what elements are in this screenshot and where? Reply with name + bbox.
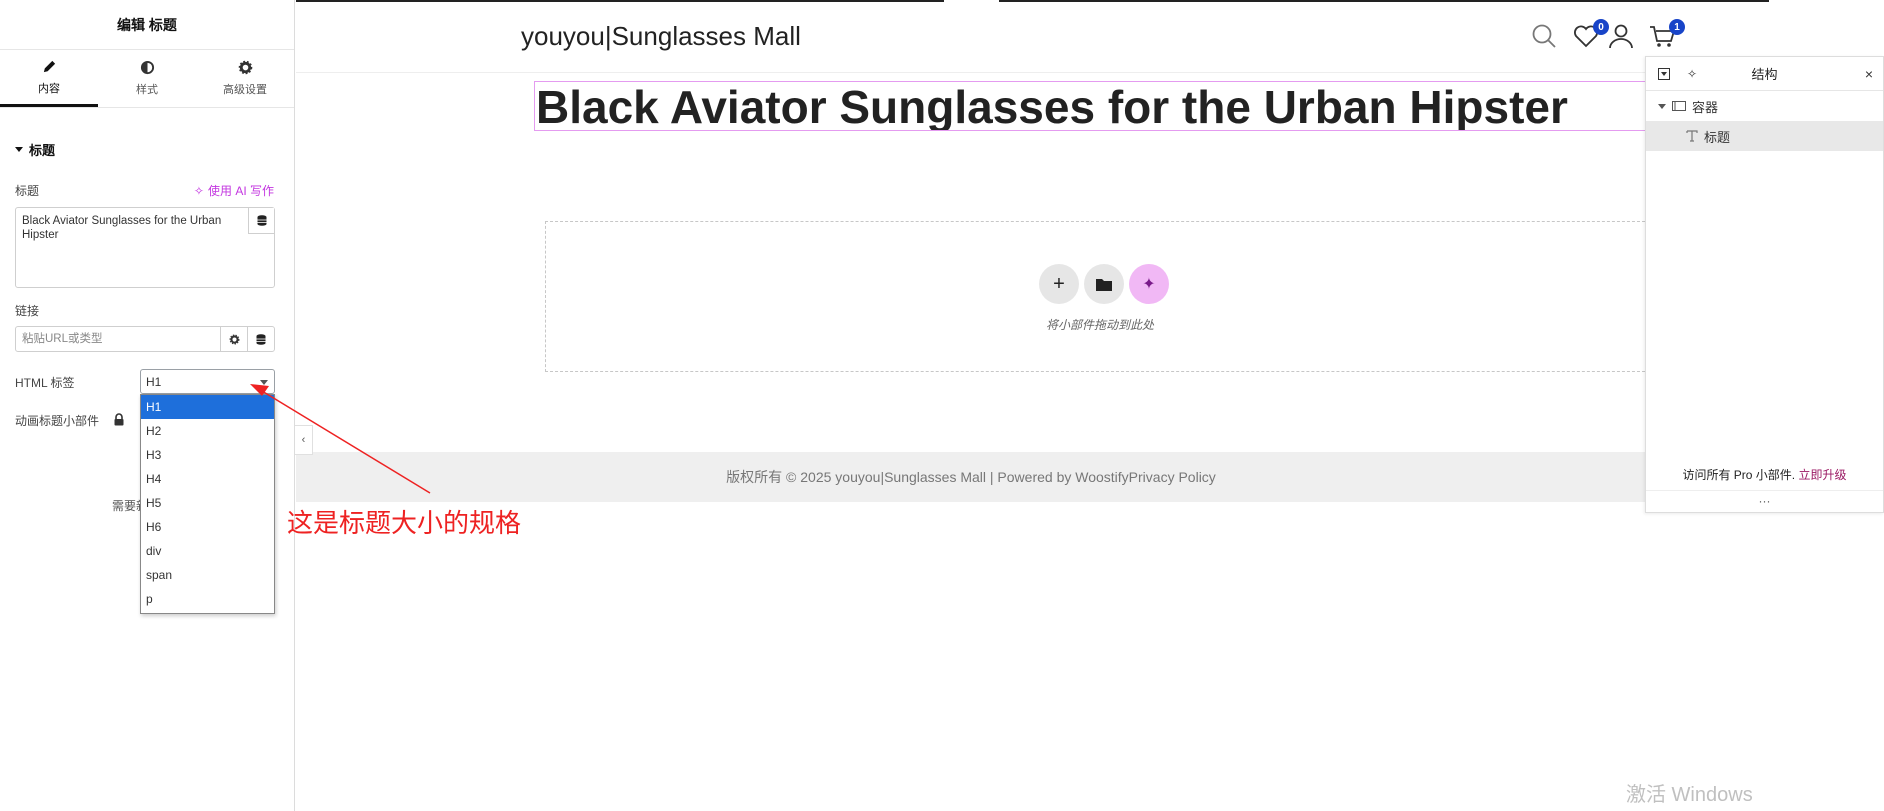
tree-item-label: 容器 xyxy=(1692,99,1719,115)
site-title[interactable]: youyou|Sunglasses Mall xyxy=(521,21,801,52)
gear-icon xyxy=(229,334,239,344)
dropdown-option-span[interactable]: span xyxy=(141,563,274,587)
user-icon[interactable] xyxy=(1607,22,1635,50)
half-circle-icon xyxy=(140,60,154,75)
dropdown-option-h5[interactable]: H5 xyxy=(141,491,274,515)
animated-heading-label: 动画标题小部件 xyxy=(15,414,100,428)
container-icon xyxy=(1672,101,1686,111)
sparkle-icon: ✧ xyxy=(193,183,204,198)
ai-generate-button[interactable]: ✦ xyxy=(1129,264,1169,304)
chevron-down-icon xyxy=(260,380,268,385)
panel-header: 编辑 标题 xyxy=(0,0,294,50)
database-icon xyxy=(257,215,266,226)
chevron-left-icon: ‹ xyxy=(301,434,306,446)
windows-watermark: 激活 Windows xyxy=(1626,784,1753,806)
upgrade-link[interactable]: 立即升级 xyxy=(1799,468,1847,482)
tab-style-label: 样式 xyxy=(136,84,158,96)
editor-panel: 编辑 标题 内容 样式 高级设置 标题 标题 ✧ 使用 AI 写作 Black … xyxy=(0,0,295,811)
footer-copyright: 版权所有 © 2025 youyou|Sunglasses Mall | Pow… xyxy=(726,469,1216,485)
dynamic-tags-button[interactable] xyxy=(248,208,274,234)
header-top-line xyxy=(999,0,1769,2)
dropdown-option-h2[interactable]: H2 xyxy=(141,419,274,443)
section-toggle[interactable]: 标题 xyxy=(15,140,55,159)
folder-icon xyxy=(1096,278,1112,291)
title-field-label: 标题 xyxy=(15,184,40,198)
html-tag-select[interactable]: H1 xyxy=(140,369,275,394)
sparkle-icon: ✦ xyxy=(1142,276,1156,293)
page-heading[interactable]: Black Aviator Sunglasses for the Urban H… xyxy=(534,81,1646,131)
plus-icon: + xyxy=(1053,272,1065,295)
link-dynamic-button[interactable] xyxy=(247,327,274,351)
close-icon[interactable]: × xyxy=(1861,66,1877,82)
tab-content-label: 内容 xyxy=(38,82,60,95)
link-input-group xyxy=(15,326,275,352)
structure-title: 结构 xyxy=(1751,67,1778,82)
tab-style[interactable]: 样式 xyxy=(98,50,196,107)
cart-count-badge: 1 xyxy=(1669,19,1685,35)
dropdown-option-h6[interactable]: H6 xyxy=(141,515,274,539)
add-section-button[interactable]: + xyxy=(1039,264,1079,304)
caret-down-icon xyxy=(1658,103,1666,109)
pencil-icon xyxy=(43,60,55,72)
title-textarea[interactable]: Black Aviator Sunglasses for the Urban H… xyxy=(15,207,275,288)
tree-item-heading[interactable]: 标题 xyxy=(1646,121,1883,151)
gear-icon xyxy=(238,60,252,75)
html-tag-dropdown: H1 H2 H3 H4 H5 H6 div span p xyxy=(140,394,275,614)
dropdown-option-div[interactable]: div xyxy=(141,539,274,563)
structure-panel: ✧ 结构 × 容器 标题 访问所有 Pro 小部件. 立即升级 ··· xyxy=(1645,56,1884,513)
link-options-button[interactable] xyxy=(220,327,247,351)
dropdown-option-h3[interactable]: H3 xyxy=(141,443,274,467)
tree-item-label: 标题 xyxy=(1704,129,1731,145)
drop-zone-text: 将小部件拖动到此处 xyxy=(1045,318,1154,332)
tab-advanced[interactable]: 高级设置 xyxy=(196,50,294,107)
upgrade-note: 访问所有 Pro 小部件. 立即升级 xyxy=(1646,466,1883,483)
structure-header: ✧ 结构 × xyxy=(1646,57,1883,91)
section-title: 标题 xyxy=(29,143,56,158)
more-handle[interactable]: ··· xyxy=(1646,490,1883,508)
panel-tabs: 内容 样式 高级设置 xyxy=(0,50,294,108)
panel-title: 编辑 标题 xyxy=(117,16,177,33)
dropdown-option-h4[interactable]: H4 xyxy=(141,467,274,491)
dropdown-option-h1[interactable]: H1 xyxy=(141,395,274,419)
ai-write-label: 使用 AI 写作 xyxy=(207,184,274,198)
html-tag-label: HTML 标签 xyxy=(15,376,75,390)
panel-collapse-button[interactable]: ‹ xyxy=(295,425,313,455)
upgrade-text: 访问所有 Pro 小部件. xyxy=(1682,468,1796,482)
dropdown-option-p[interactable]: p xyxy=(141,587,274,611)
tab-advanced-label: 高级设置 xyxy=(223,84,267,96)
tree-item-container[interactable]: 容器 xyxy=(1646,91,1883,121)
link-field-label: 链接 xyxy=(15,304,40,318)
template-library-button[interactable] xyxy=(1084,264,1124,304)
caret-down-icon xyxy=(15,147,23,152)
annotation-text: 这是标题大小的规格 xyxy=(287,508,522,538)
header-top-line xyxy=(296,0,944,2)
widget-drop-zone[interactable]: + ✦ 将小部件拖动到此处 xyxy=(545,221,1655,372)
text-icon xyxy=(1686,130,1698,142)
link-input[interactable] xyxy=(16,327,220,351)
lock-icon xyxy=(114,413,124,426)
tab-content[interactable]: 内容 xyxy=(0,50,98,107)
site-footer: 版权所有 © 2025 youyou|Sunglasses Mall | Pow… xyxy=(296,452,1646,502)
database-icon xyxy=(256,333,266,345)
search-icon[interactable] xyxy=(1530,22,1558,50)
ai-write-link[interactable]: ✧ 使用 AI 写作 xyxy=(194,182,274,199)
html-tag-value: H1 xyxy=(146,374,162,389)
